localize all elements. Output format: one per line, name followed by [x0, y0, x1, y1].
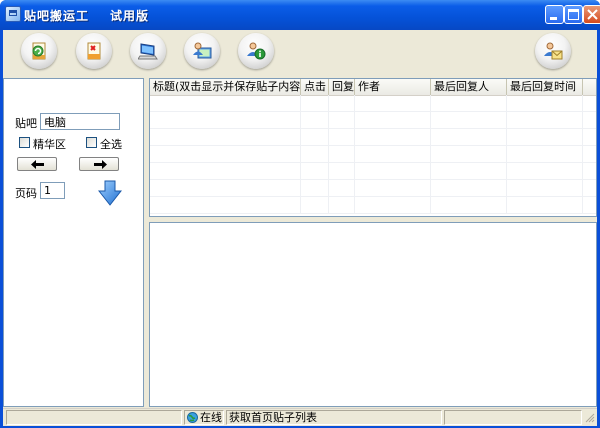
column-header-title[interactable]: 标题(双击显示并保存贴子内容) — [150, 79, 301, 95]
column-header-filler — [583, 79, 596, 95]
arrow-right-icon — [94, 160, 107, 169]
user-monitor-icon — [193, 42, 212, 59]
post-content-area[interactable] — [149, 222, 597, 407]
prev-page-button[interactable] — [17, 157, 57, 171]
column-header-author[interactable]: 作者 — [355, 79, 431, 95]
grid-body — [150, 95, 596, 214]
status-pane-right — [444, 410, 582, 425]
arrow-down-icon — [97, 180, 123, 206]
jinghua-label: 精华区 — [33, 138, 66, 151]
column-header-last-reply-time[interactable]: 最后回复时间 — [507, 79, 583, 95]
table-row[interactable] — [150, 112, 596, 129]
close-icon — [587, 9, 598, 20]
table-row[interactable] — [150, 197, 596, 214]
user-mail-icon — [544, 42, 563, 60]
grid-header: 标题(双击显示并保存贴子内容) 点击 回复 作者 最后回复人 最后回复时间 — [150, 79, 596, 96]
resize-grip-icon[interactable] — [585, 413, 595, 423]
refresh-document-icon — [32, 42, 46, 60]
online-status-text: 在线 — [200, 411, 222, 424]
select-all-label: 全选 — [100, 138, 122, 151]
close-button[interactable] — [583, 5, 600, 24]
status-bar: 在线 获取首页贴子列表 — [3, 408, 597, 426]
column-header-last-replier[interactable]: 最后回复人 — [431, 79, 507, 95]
app-icon — [5, 6, 21, 22]
page-input[interactable] — [40, 182, 65, 199]
refresh-button[interactable] — [21, 33, 57, 69]
mail-button[interactable] — [535, 33, 571, 69]
window-title: 贴吧搬运工 — [24, 9, 90, 23]
toolbar — [3, 30, 597, 78]
info-button[interactable] — [238, 33, 274, 69]
arrow-left-icon — [31, 160, 44, 169]
status-pane-left — [6, 410, 182, 425]
edition-label: 试用版 — [110, 9, 150, 23]
minimize-button[interactable] — [545, 5, 564, 24]
go-button[interactable] — [97, 180, 123, 209]
computer-icon — [138, 43, 158, 60]
user-monitor-button[interactable] — [184, 33, 220, 69]
status-pane-online: 在线 — [184, 410, 224, 425]
maximize-button[interactable] — [564, 5, 583, 24]
page-label: 页码 — [15, 187, 37, 200]
table-row[interactable] — [150, 163, 596, 180]
computer-button[interactable] — [130, 33, 166, 69]
post-list-grid[interactable]: 标题(双击显示并保存贴子内容) 点击 回复 作者 最后回复人 最后回复时间 — [149, 78, 597, 217]
delete-document-icon — [87, 42, 101, 60]
app-window: 贴吧搬运工 试用版 贴吧 电脑 精华区 全选 页码 1 标题(双击显示并保存贴子… — [0, 0, 600, 428]
jinghua-checkbox[interactable] — [19, 137, 30, 148]
column-header-clicks[interactable]: 点击 — [301, 79, 329, 95]
online-globe-icon — [187, 412, 198, 423]
column-header-replies[interactable]: 回复 — [329, 79, 355, 95]
status-pane-message: 获取首页贴子列表 — [226, 410, 442, 425]
next-page-button[interactable] — [79, 157, 119, 171]
client-area: 贴吧 精华区 全选 页码 — [3, 30, 597, 426]
title-bar[interactable]: 贴吧搬运工 试用版 — [0, 0, 600, 30]
table-row[interactable] — [150, 146, 596, 163]
info-user-icon — [247, 42, 266, 60]
search-panel: 贴吧 精华区 全选 页码 — [3, 78, 144, 407]
delete-button[interactable] — [76, 33, 112, 69]
tieba-input[interactable] — [40, 113, 120, 130]
select-all-checkbox[interactable] — [86, 137, 97, 148]
table-row[interactable] — [150, 95, 596, 112]
tieba-label: 贴吧 — [15, 117, 37, 130]
table-row[interactable] — [150, 129, 596, 146]
table-row[interactable] — [150, 180, 596, 197]
